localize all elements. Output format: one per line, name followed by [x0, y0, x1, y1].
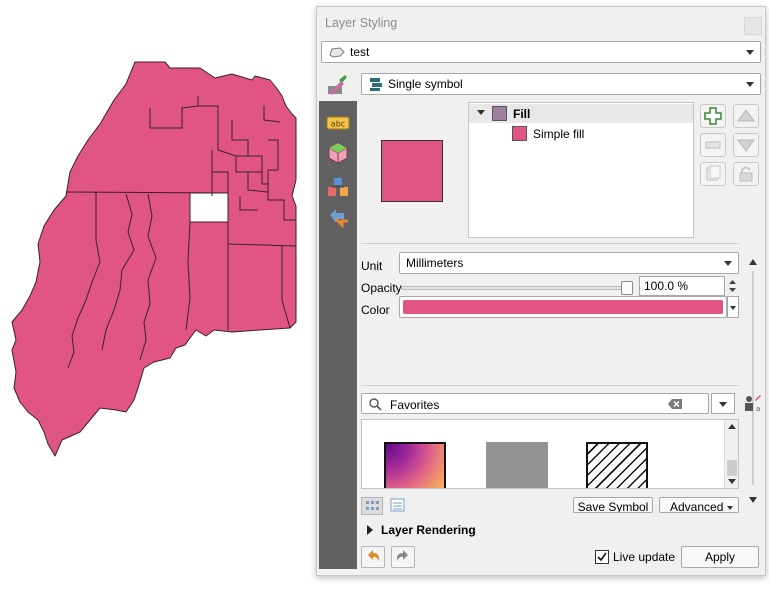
move-up-button[interactable] — [733, 104, 759, 128]
expand-triangle-icon — [367, 525, 373, 535]
layer-select[interactable]: test — [321, 41, 761, 63]
library-filter-dropdown[interactable] — [711, 393, 735, 414]
remove-symbol-layer-button[interactable] — [700, 133, 726, 157]
renderer-select[interactable]: Single symbol — [361, 73, 761, 95]
advanced-button[interactable]: Advanced — [659, 497, 739, 513]
labels-tab[interactable]: abc — [326, 111, 350, 135]
save-symbol-button[interactable]: Save Symbol — [573, 497, 653, 513]
chevron-down-icon — [719, 402, 727, 407]
opacity-spinbox[interactable]: 100.0 % — [639, 276, 725, 296]
apply-button[interactable]: Apply — [681, 546, 759, 568]
polygon-layer-icon — [329, 47, 345, 58]
symbol-preview — [381, 140, 443, 202]
library-symbol-hatched[interactable] — [586, 442, 648, 488]
opacity-slider[interactable] — [401, 281, 633, 295]
chevron-down-icon — [724, 261, 732, 266]
tree-simple-fill-label: Simple fill — [533, 127, 585, 141]
cube-3d-icon — [328, 142, 348, 164]
duplicate-icon — [706, 165, 721, 181]
collapse-triangle-icon[interactable] — [477, 110, 485, 115]
separator — [361, 385, 739, 386]
diagram-icon — [328, 178, 348, 196]
layer-rendering-toggle[interactable]: Layer Rendering — [365, 521, 565, 539]
symbol-search-text: Favorites — [390, 398, 440, 412]
arrow-down-icon — [737, 139, 755, 152]
list-view-button[interactable] — [387, 497, 409, 515]
simple-fill-swatch — [512, 126, 527, 141]
chevron-down-icon — [746, 50, 754, 55]
opacity-label: Opacity — [361, 281, 402, 295]
color-menu-button[interactable] — [727, 296, 739, 318]
lock-icon — [739, 166, 753, 182]
chevron-down-icon — [727, 506, 733, 510]
undo-icon — [368, 550, 380, 561]
renderer-select-value: Single symbol — [388, 77, 463, 91]
undo-button[interactable] — [361, 546, 385, 568]
history-tab[interactable] — [326, 205, 350, 229]
panel-title: Layer Styling — [325, 16, 398, 30]
unit-select-value: Millimeters — [406, 256, 464, 270]
layer-rendering-label: Layer Rendering — [381, 523, 476, 537]
map-region-outer[interactable] — [11, 61, 297, 457]
live-update-checkbox[interactable] — [595, 550, 609, 564]
add-symbol-layer-button[interactable] — [700, 104, 726, 128]
layer-select-value: test — [350, 45, 370, 59]
style-manager-icon[interactable]: a — [743, 394, 763, 414]
live-update-label: Live update — [613, 550, 676, 564]
advanced-label: Advanced — [670, 500, 724, 513]
color-button[interactable] — [399, 296, 727, 318]
tree-row-fill[interactable]: Fill — [469, 104, 693, 123]
opacity-spin-buttons[interactable] — [726, 276, 739, 296]
chevron-down-icon — [730, 306, 736, 310]
redo-button[interactable] — [391, 546, 415, 568]
fill-root-swatch — [492, 106, 507, 121]
move-down-button[interactable] — [733, 133, 759, 157]
symbol-preview-fill — [382, 141, 442, 201]
tree-row-simple-fill[interactable]: Simple fill — [469, 124, 693, 143]
clear-search-icon[interactable] — [667, 398, 683, 410]
redo-icon — [396, 550, 408, 561]
history-icon — [330, 209, 348, 229]
3d-view-tab[interactable] — [326, 141, 350, 165]
separator — [361, 243, 739, 244]
duplicate-symbol-layer-button[interactable] — [700, 162, 726, 186]
unit-label: Unit — [361, 259, 383, 273]
color-label: Color — [361, 303, 390, 317]
symbol-layer-tree[interactable]: Fill Simple fill — [468, 102, 694, 238]
lock-layer-button[interactable] — [733, 162, 759, 186]
checkmark-icon — [597, 552, 607, 562]
map-canvas[interactable] — [0, 0, 320, 590]
svg-text:a: a — [756, 405, 760, 413]
plus-icon — [704, 107, 722, 125]
search-icon — [369, 398, 382, 411]
tree-fill-label: Fill — [513, 107, 531, 121]
close-button[interactable] — [744, 17, 762, 35]
library-symbol-gradient[interactable] — [384, 442, 446, 488]
label-abc-icon: abc — [326, 116, 350, 130]
unit-select[interactable]: Millimeters — [399, 252, 739, 274]
opacity-slider-handle[interactable] — [621, 281, 633, 295]
symbol-search-input[interactable]: Favorites — [361, 393, 709, 414]
library-symbol-gray[interactable] — [486, 442, 548, 488]
layer-styling-panel: Layer Styling test Single symbol abc Fil… — [316, 6, 766, 576]
symbology-brush-icon — [328, 75, 347, 95]
symbol-library-list[interactable] — [361, 419, 739, 489]
svg-text:abc: abc — [331, 120, 345, 129]
chevron-down-icon — [746, 82, 754, 87]
single-symbol-icon — [370, 78, 382, 91]
opacity-value: 100.0 % — [644, 279, 689, 293]
minus-icon — [705, 141, 721, 149]
library-scrollbar[interactable] — [724, 420, 738, 488]
arrow-up-icon — [737, 109, 755, 122]
list-view-icon — [390, 498, 405, 512]
properties-scrollbar[interactable] — [745, 249, 761, 509]
icon-view-button[interactable] — [361, 497, 383, 515]
grid-view-icon — [366, 501, 379, 510]
diagrams-tab[interactable] — [326, 175, 350, 199]
color-swatch — [403, 300, 723, 314]
style-sidebar: abc — [319, 101, 357, 569]
